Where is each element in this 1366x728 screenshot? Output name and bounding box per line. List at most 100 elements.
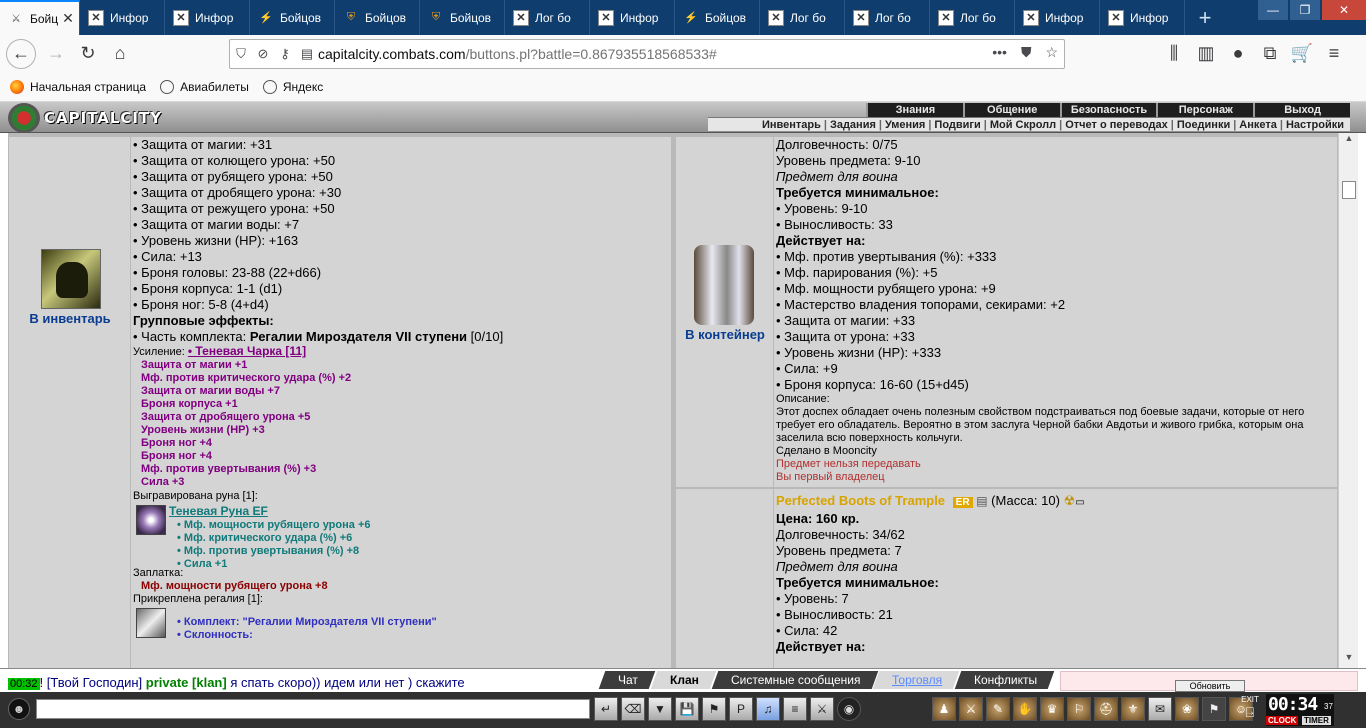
exit-button[interactable]: EXIT ⍈ (1237, 695, 1263, 723)
regalia-image[interactable] (136, 608, 166, 638)
helmet-image[interactable] (41, 249, 101, 309)
paw-icon[interactable]: ❀ (1175, 697, 1199, 721)
scroll-up-icon[interactable]: ▲ (1339, 133, 1359, 149)
tab-chat[interactable]: Чат (598, 671, 656, 689)
tab[interactable]: ✕ Лог бо (845, 0, 930, 35)
filter-icon[interactable]: ▼ (648, 697, 672, 721)
close-tab-icon[interactable]: ✕ (62, 10, 74, 27)
list-icon[interactable]: ≡ (783, 697, 807, 721)
scroll-icon[interactable]: ✎ (986, 697, 1010, 721)
tab-active[interactable]: ⚔ Бойц ✕ (0, 0, 80, 35)
send-icon[interactable]: ↵ (594, 697, 618, 721)
eraser-icon[interactable]: ⌫ (621, 697, 645, 721)
map-icon[interactable]: ⚐ (1067, 697, 1091, 721)
to-inventory-link[interactable]: В инвентарь (9, 311, 131, 326)
cart-icon[interactable]: 🛒 (1286, 38, 1318, 70)
flag-icon[interactable]: ⚑ (1202, 697, 1226, 721)
refresh-button[interactable]: Обновить (1175, 680, 1245, 692)
tab-system[interactable]: Системные сообщения (711, 671, 878, 689)
tab[interactable]: ✕ Лог бо (760, 0, 845, 35)
bookmark-avia[interactable]: Авиабилеты (160, 79, 249, 94)
screenshot-icon[interactable]: ⧉ (1254, 38, 1286, 70)
to-container-link[interactable]: В контейнер (676, 327, 774, 342)
crossed-swords-icon[interactable]: ⚔ (810, 697, 834, 721)
tab[interactable]: ✕ Инфор (165, 0, 250, 35)
boost-link[interactable]: • Теневая Чарка [11] (188, 344, 306, 358)
clan-icon[interactable]: ⚜ (1121, 697, 1145, 721)
library-icon[interactable]: ⫼ (1158, 38, 1190, 70)
menu-icon[interactable]: ≡ (1318, 38, 1350, 70)
sidebar-icon[interactable]: ▥ (1190, 38, 1222, 70)
close-window-icon[interactable]: ✕ (1322, 0, 1366, 20)
tab-clan[interactable]: Клан (650, 671, 717, 689)
new-tab-button[interactable]: + (1185, 0, 1225, 35)
bookmark-yandex[interactable]: Яндекс (262, 79, 323, 94)
tab[interactable]: ✕ Инфор (1100, 0, 1185, 35)
account-icon[interactable]: ● (1222, 38, 1254, 70)
chat-input[interactable] (36, 699, 590, 719)
tab-conflicts[interactable]: Конфликты (955, 671, 1055, 689)
document-icon[interactable]: ▤ (976, 494, 987, 508)
submenu-quests[interactable]: Задания (830, 119, 876, 131)
tracking-shield-icon[interactable]: ⛉ (230, 46, 252, 62)
tab[interactable]: ✕ Инфор (1015, 0, 1100, 35)
item-name[interactable]: Perfected Boots of Trample (776, 493, 945, 508)
tab[interactable]: ⚡ Бойцов (675, 0, 760, 35)
music-icon[interactable]: ♫ (756, 697, 780, 721)
character-icon[interactable]: ♟ (932, 697, 956, 721)
minimize-icon[interactable]: — (1258, 0, 1288, 20)
run-icon[interactable]: ⚑ (702, 697, 726, 721)
page-actions-icon[interactable]: ••• (992, 44, 1007, 61)
content-scrollbar[interactable]: ▲ ▼ (1338, 133, 1358, 668)
key-icon[interactable]: ⚷ (274, 46, 296, 62)
tab[interactable]: ⛨ Бойцов (420, 0, 505, 35)
blocked-microphone-icon[interactable]: ⊘ (252, 46, 274, 62)
rune-link[interactable]: Теневая Руна EF (169, 503, 671, 519)
timer-tab[interactable]: TIMER (1302, 716, 1331, 725)
speed-icon[interactable]: P (729, 697, 753, 721)
menu-character[interactable]: Персонаж (1156, 103, 1253, 117)
scroll-down-icon[interactable]: ▼ (1339, 652, 1359, 668)
armor-image[interactable] (694, 245, 754, 325)
url-bar[interactable]: ⛉ ⊘ ⚷ ▤ capitalcity.combats.com/buttons.… (229, 39, 1065, 69)
back-arrow-icon[interactable]: ← (6, 38, 36, 69)
clock-tab[interactable]: CLOCK (1266, 716, 1299, 725)
tab[interactable]: ✕ Лог бо (505, 0, 590, 35)
submenu-settings[interactable]: Настройки (1286, 119, 1344, 131)
crown-icon[interactable]: ♛ (1040, 697, 1064, 721)
home-icon[interactable]: ⌂ (104, 38, 136, 70)
pocket-icon[interactable]: ⛊ (1021, 44, 1032, 61)
game-logo[interactable]: CAPITALCITY (8, 103, 162, 133)
menu-exit[interactable]: Выход (1253, 103, 1350, 117)
bookmark-star-icon[interactable]: ☆ (1045, 44, 1058, 61)
submenu-scroll[interactable]: Мой Скролл (990, 119, 1056, 131)
forward-arrow-icon[interactable]: → (40, 38, 72, 70)
helmet-icon[interactable]: ⛑ (1094, 697, 1118, 721)
submenu-profile[interactable]: Анкета (1239, 119, 1277, 131)
rune-image[interactable] (136, 505, 166, 535)
menu-communication[interactable]: Общение (962, 103, 1060, 117)
chat-sender[interactable]: [Твой Господин] (47, 675, 142, 690)
hand-icon[interactable]: ✋ (1013, 697, 1037, 721)
submenu-inventory[interactable]: Инвентарь (762, 119, 821, 131)
tab[interactable]: ⚡ Бойцов (250, 0, 335, 35)
scroll-thumb[interactable] (1342, 181, 1356, 199)
mail-icon[interactable]: ✉ (1148, 697, 1172, 721)
save-icon[interactable]: 💾 (675, 697, 699, 721)
disc-icon[interactable]: ◉ (837, 697, 861, 721)
page-info-icon[interactable]: ▤ (296, 46, 318, 62)
bookmark-home[interactable]: Начальная страница (10, 79, 146, 94)
sword-icon[interactable]: ⚔ (959, 697, 983, 721)
tab[interactable]: ⛨ Бойцов (335, 0, 420, 35)
tab[interactable]: ✕ Инфор (80, 0, 165, 35)
submenu-duels[interactable]: Поединки (1177, 119, 1230, 131)
submenu-transfers[interactable]: Отчет о переводах (1065, 119, 1168, 131)
restore-icon[interactable]: ❐ (1290, 0, 1320, 20)
tab-trade[interactable]: Торговля (873, 671, 960, 689)
tab[interactable]: ✕ Инфор (590, 0, 675, 35)
tab[interactable]: ✕ Лог бо (930, 0, 1015, 35)
submenu-feats[interactable]: Подвиги (934, 119, 980, 131)
menu-knowledge[interactable]: Знания (866, 103, 963, 117)
submenu-skills[interactable]: Умения (885, 119, 925, 131)
menu-security[interactable]: Безопасность (1059, 103, 1157, 117)
